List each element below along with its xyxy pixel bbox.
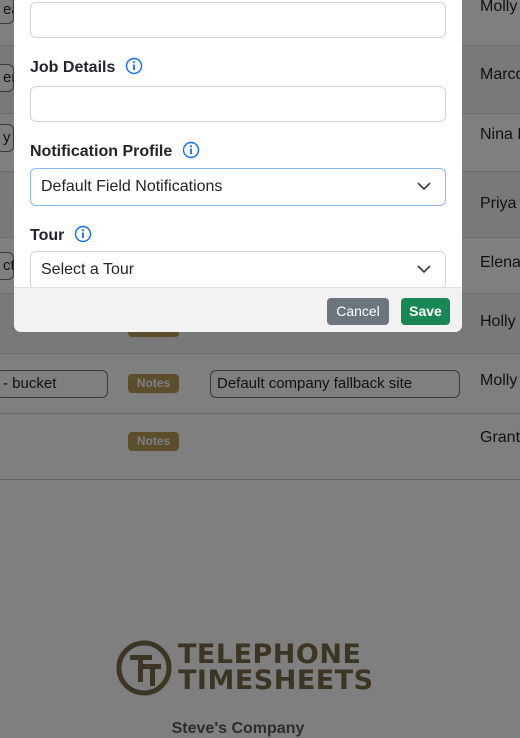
cancel-button[interactable]: Cancel: [327, 298, 389, 325]
job-modal: Job Details Notification Profile Default…: [14, 0, 462, 332]
notification-profile-label-text: Notification Profile: [30, 143, 173, 160]
job-details-input[interactable]: [30, 86, 446, 122]
notification-profile-value: Default Field Notifications: [41, 178, 223, 195]
info-icon[interactable]: [125, 57, 143, 75]
tour-placeholder: Select a Tour: [41, 261, 135, 278]
top-text-input[interactable]: [30, 2, 446, 38]
info-icon[interactable]: [74, 225, 92, 243]
tour-label: Tour: [30, 225, 92, 245]
save-button[interactable]: Save: [401, 298, 450, 325]
notification-profile-select[interactable]: Default Field Notifications: [30, 168, 446, 206]
info-icon[interactable]: [182, 141, 200, 159]
modal-body: Job Details Notification Profile Default…: [14, 0, 462, 287]
tour-select[interactable]: Select a Tour: [30, 251, 446, 287]
job-details-label: Job Details: [30, 57, 143, 77]
chevron-down-icon: [417, 182, 431, 191]
job-details-label-text: Job Details: [30, 59, 116, 76]
modal-footer: Cancel Save: [14, 287, 462, 332]
notification-profile-label: Notification Profile: [30, 141, 200, 161]
tour-label-text: Tour: [30, 227, 65, 244]
chevron-down-icon: [417, 265, 431, 274]
